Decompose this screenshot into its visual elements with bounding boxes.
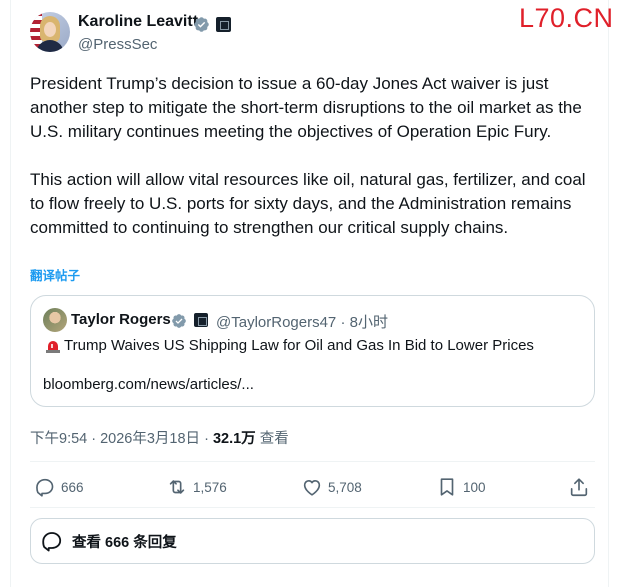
quote-headline: Trump Waives US Shipping Law for Oil and… [64, 337, 534, 354]
reply-bubble-icon [42, 532, 62, 552]
verified-badge-icon [194, 17, 209, 32]
quote-author-name[interactable]: Taylor Rogers [71, 311, 171, 328]
reply-icon [36, 478, 54, 497]
heart-icon [303, 479, 321, 496]
share-icon [570, 478, 588, 497]
repost-icon [169, 480, 185, 494]
siren-emoji-icon [46, 341, 60, 353]
quote-verified-badge-icon [172, 314, 186, 328]
divider-top [30, 461, 595, 462]
avatar-face [44, 22, 56, 37]
reply-button[interactable]: 666 [34, 475, 84, 499]
bookmark-count: 100 [463, 479, 486, 495]
quote-link[interactable]: bloomberg.com/news/articles/... [43, 376, 254, 393]
author-name[interactable]: Karoline Leavitt [78, 13, 198, 31]
repost-button[interactable]: 1,576 [166, 475, 227, 499]
tweet-body: President Trump’s decision to issue a 60… [30, 72, 602, 264]
views-label: 查看 [255, 431, 289, 447]
reply-count: 666 [61, 479, 84, 495]
quoted-tweet[interactable]: Taylor Rogers @TaylorRogers47 · 8小时 Trum… [30, 295, 595, 407]
repost-count: 1,576 [193, 479, 227, 495]
like-button[interactable]: 5,708 [301, 475, 362, 499]
tweet-meta: 下午9:54 · 2026年3月18日 · 32.1万 查看 [30, 427, 289, 448]
quote-government-affiliation-icon [194, 313, 208, 327]
bookmark-icon [440, 478, 454, 496]
author-avatar[interactable] [30, 12, 70, 52]
share-button[interactable] [568, 475, 590, 499]
like-count: 5,708 [328, 479, 362, 495]
bookmark-button[interactable]: 100 [436, 475, 486, 499]
quote-handle-time: @TaylorRogers47 · 8小时 [216, 314, 388, 331]
tweet-timestamp[interactable]: 下午9:54 · 2026年3月18日 · [30, 431, 213, 447]
tweet-paragraph-2: This action will allow vital resources l… [30, 170, 586, 237]
tweet-paragraph-1: President Trump’s decision to issue a 60… [30, 74, 582, 141]
divider-bottom [30, 507, 595, 508]
watermark-text: L70.CN [519, 3, 614, 33]
translate-post-link[interactable]: 翻译帖子 [30, 265, 80, 284]
government-affiliation-icon [216, 17, 231, 32]
quote-author-avatar[interactable] [43, 308, 67, 332]
left-border [10, 0, 11, 587]
right-border [608, 0, 609, 587]
views-count: 32.1万 [212, 431, 256, 447]
view-replies-button[interactable]: 查看 666 条回复 [30, 518, 595, 564]
author-handle[interactable]: @PressSec [78, 36, 157, 53]
view-replies-label: 查看 666 条回复 [72, 534, 177, 551]
